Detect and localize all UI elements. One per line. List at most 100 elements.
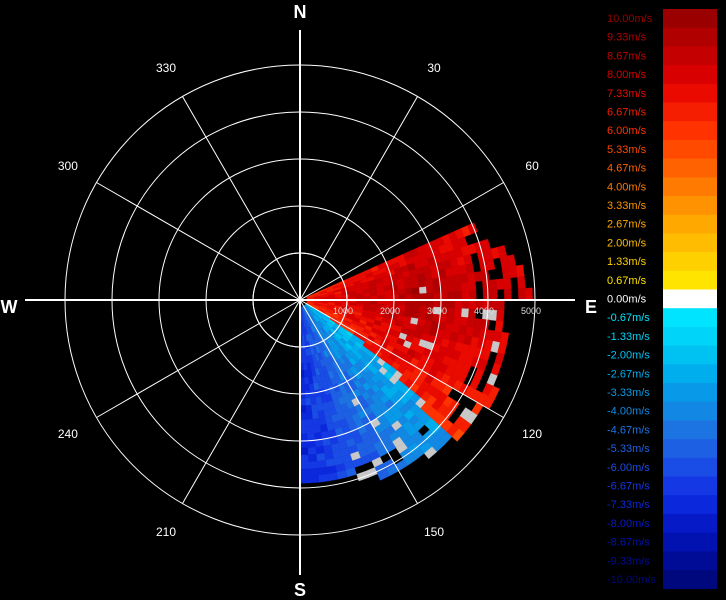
legend-swatch: [663, 364, 717, 384]
legend-label: 8.67m/s: [607, 50, 647, 62]
azimuth-label-210: 210: [156, 525, 176, 539]
velocity-cell: [299, 440, 308, 449]
azimuth-spoke: [182, 96, 301, 301]
velocity-cell: [446, 275, 455, 285]
legend-label: -7.33m/s: [607, 499, 650, 511]
legend-swatch: [663, 214, 717, 234]
velocity-cell: [496, 299, 505, 311]
velocity-cell: [299, 475, 310, 484]
legend-label: -2.00m/s: [607, 350, 650, 362]
legend-swatch: [663, 345, 717, 365]
radar-ppi-display: N E S W 30 60 120 150 210 240 300 330 1000 2000 30…: [0, 0, 726, 600]
velocity-cell: [489, 289, 498, 301]
velocity-cell: [304, 390, 311, 399]
velocity-cell: [423, 271, 433, 281]
velocity-cell: [412, 287, 420, 295]
azimuth-label-60: 60: [525, 159, 539, 173]
velocity-cell: [515, 264, 525, 278]
legend-label: -8.67m/s: [607, 537, 650, 549]
legend-label: -5.33m/s: [607, 443, 650, 455]
legend-label: 6.00m/s: [607, 125, 647, 137]
velocity-cell: [316, 453, 326, 462]
velocity-cell: [304, 383, 310, 392]
velocity-cell: [318, 417, 327, 426]
legend-swatch: [663, 270, 717, 290]
velocity-cell: [362, 292, 371, 297]
legend-swatch: [663, 383, 717, 403]
azimuth-label-150: 150: [424, 525, 444, 539]
velocity-cell: [454, 291, 463, 301]
velocity-cell: [482, 289, 491, 301]
velocity-cell: [418, 279, 427, 288]
velocity-data-layer: [299, 222, 533, 484]
velocity-cell: [405, 288, 413, 295]
velocity-cell: [316, 459, 327, 469]
legend-label: -10.00m/s: [607, 574, 656, 586]
legend-label: 2.00m/s: [607, 237, 647, 249]
velocity-cell: [459, 273, 469, 284]
legend-label: -4.00m/s: [607, 406, 650, 418]
velocity-cell: [468, 290, 477, 301]
legend-label: -6.00m/s: [607, 462, 650, 474]
velocity-cell: [299, 426, 308, 435]
legend-label: 4.67m/s: [607, 163, 647, 175]
velocity-cell: [311, 411, 319, 420]
compass-west-label: W: [1, 297, 18, 317]
azimuth-spoke: [182, 299, 301, 504]
velocity-cell: [461, 290, 470, 301]
velocity-cell: [318, 473, 329, 483]
range-label-1000: 1000: [333, 306, 353, 316]
velocity-cell: [433, 292, 442, 301]
velocity-cell: [447, 307, 456, 317]
velocity-cell: [419, 286, 427, 294]
legend-swatch: [663, 46, 717, 66]
legend-swatch: [663, 139, 717, 159]
velocity-cell: [404, 282, 413, 290]
velocity-cell: [447, 283, 456, 293]
velocity-cell: [426, 292, 435, 301]
range-label-2000: 2000: [380, 306, 400, 316]
legend-label: -6.67m/s: [607, 481, 650, 493]
azimuth-label-30: 30: [427, 61, 441, 75]
legend-label: -3.33m/s: [607, 387, 650, 399]
legend-swatch: [663, 65, 717, 85]
range-label-5000: 5000: [521, 306, 541, 316]
legend-label: -0.67m/s: [607, 312, 650, 324]
velocity-cell: [299, 461, 310, 470]
velocity-cell: [447, 299, 456, 309]
velocity-cell: [315, 446, 325, 455]
velocity-cell: [494, 352, 505, 366]
velocity-cell: [306, 426, 315, 434]
legend-swatch: [663, 308, 717, 328]
velocity-cell: [517, 276, 526, 289]
velocity-cell: [355, 293, 364, 298]
velocity-cell: [299, 454, 309, 463]
velocity-cell: [525, 287, 533, 301]
velocity-cell: [418, 312, 427, 321]
velocity-cell: [504, 288, 512, 301]
velocity-cell: [310, 397, 317, 406]
velocity-cell: [308, 461, 318, 470]
legend-label: 3.33m/s: [607, 200, 647, 212]
legend-label: 7.33m/s: [607, 88, 647, 100]
legend-swatch: [663, 495, 717, 515]
legend-swatch: [663, 102, 717, 122]
velocity-cell: [473, 318, 483, 329]
velocity-cell: [496, 278, 505, 290]
velocity-cell: [305, 412, 313, 420]
legend-label: -8.00m/s: [607, 518, 650, 530]
velocity-cell: [307, 440, 316, 449]
velocity-cell: [454, 282, 463, 293]
legend-label: -4.67m/s: [607, 424, 650, 436]
legend-label: 6.67m/s: [607, 107, 647, 119]
legend-label: 8.00m/s: [607, 69, 647, 81]
polar-plot: N E S W 30 60 120 150 210 240 300 330 1000 2000 30…: [1, 2, 717, 600]
legend-swatch: [663, 9, 717, 29]
velocity-cell: [303, 362, 308, 371]
legend-swatch: [663, 439, 717, 459]
legend-label: -1.33m/s: [607, 331, 650, 343]
velocity-cell: [503, 277, 512, 290]
velocity-cell: [425, 278, 434, 287]
velocity-cell: [390, 289, 399, 296]
velocity-cell: [480, 270, 490, 282]
